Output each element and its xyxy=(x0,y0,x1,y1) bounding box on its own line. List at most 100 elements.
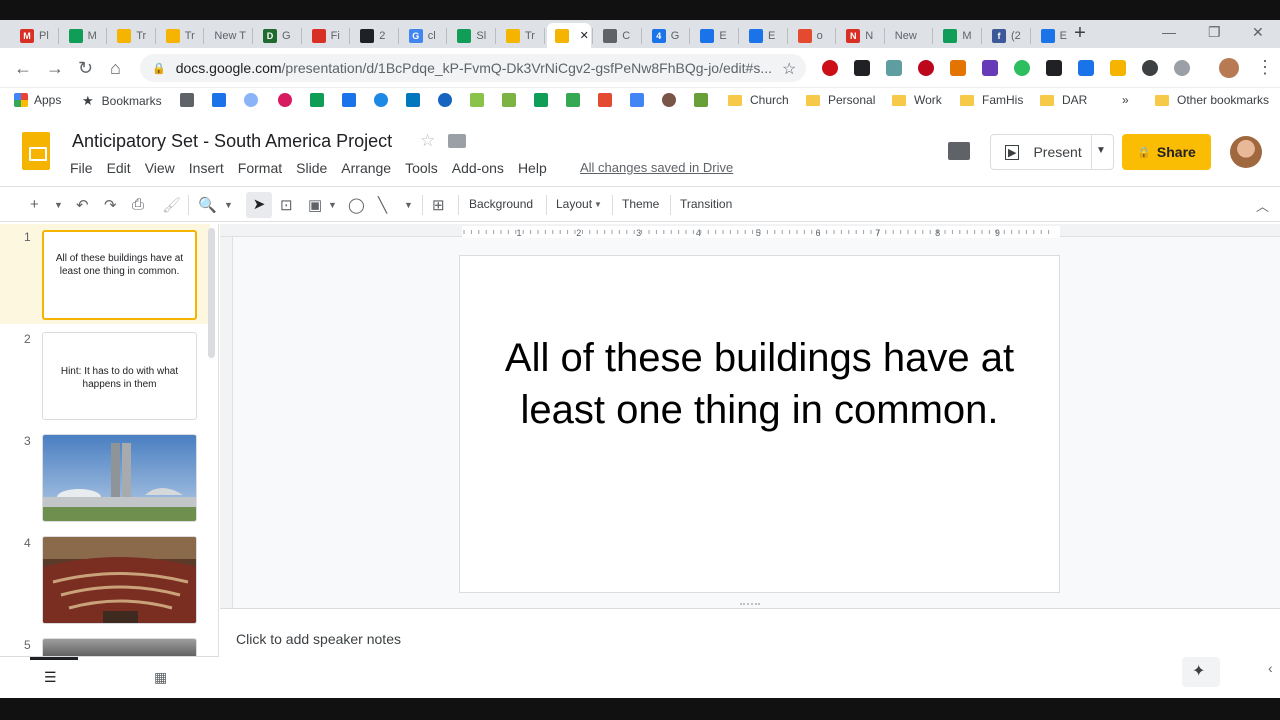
profile-avatar-icon[interactable] xyxy=(1219,58,1239,78)
forward-icon[interactable]: → xyxy=(46,58,64,79)
comment-history-icon[interactable] xyxy=(948,142,970,160)
menu-slide[interactable]: Slide xyxy=(296,160,327,176)
new-slide-dropdown-icon[interactable]: ▼ xyxy=(54,200,63,210)
bookmark-folder[interactable]: DAR xyxy=(1040,93,1087,107)
menu-format[interactable]: Format xyxy=(238,160,282,176)
close-tab-icon[interactable]: ✕ xyxy=(580,29,589,42)
theme-button[interactable]: Theme xyxy=(622,197,659,211)
select-cursor-icon[interactable]: ➤ xyxy=(246,192,272,218)
minimize-icon[interactable]: — xyxy=(1162,24,1176,40)
bookmark-icon-7[interactable] xyxy=(374,93,394,107)
browser-tab[interactable]: New T xyxy=(206,23,250,48)
bookmark-icon-2[interactable] xyxy=(212,93,232,107)
opera-extension-icon[interactable] xyxy=(822,60,838,76)
present-dropdown-icon[interactable]: ▼ xyxy=(1096,145,1106,156)
slide-title-text[interactable]: All of these buildings have at least one… xyxy=(480,332,1039,436)
bookmark-folder[interactable]: Personal xyxy=(806,93,875,107)
menu-tools[interactable]: Tools xyxy=(405,160,438,176)
browser-tab[interactable]: Fi xyxy=(304,23,348,48)
flame-extension-icon[interactable] xyxy=(1046,60,1062,76)
speaker-notes-placeholder[interactable]: Click to add speaker notes xyxy=(236,631,401,647)
slides-logo-icon[interactable] xyxy=(22,132,50,170)
more-bookmarks-chevron[interactable]: » xyxy=(1122,93,1129,107)
slide-thumbnail-5[interactable] xyxy=(42,638,197,656)
image-dropdown-icon[interactable]: ▼ xyxy=(328,200,337,210)
text-box-icon[interactable]: ⊡ xyxy=(280,196,293,214)
layers-extension-icon[interactable] xyxy=(854,60,870,76)
new-slide-icon[interactable]: + xyxy=(30,196,39,213)
browser-tab[interactable]: Tr xyxy=(158,23,202,48)
apps-bookmark[interactable]: Apps xyxy=(14,93,61,107)
bookmark-icon-13[interactable] xyxy=(566,93,586,107)
star-icon[interactable]: ☆ xyxy=(420,131,435,151)
back-icon[interactable]: ← xyxy=(14,58,32,79)
bookmark-icon-3[interactable] xyxy=(244,93,264,107)
bookmark-icon-5[interactable] xyxy=(310,93,330,107)
browser-tab[interactable]: E xyxy=(692,23,736,48)
close-window-icon[interactable]: ✕ xyxy=(1252,24,1264,41)
browser-tab[interactable]: Gcl xyxy=(401,23,445,48)
bookmark-folder[interactable]: FamHis xyxy=(960,93,1023,107)
browser-tab[interactable]: NN xyxy=(838,23,882,48)
bookmark-icon-17[interactable] xyxy=(694,93,714,107)
side-panel-toggle-icon[interactable]: ‹ xyxy=(1268,660,1273,676)
browser-tab[interactable]: Tr xyxy=(498,23,542,48)
browser-tab[interactable]: ✕ xyxy=(546,23,591,48)
collapse-toolbar-icon[interactable]: ︿ xyxy=(1256,196,1269,215)
browser-tab[interactable]: M xyxy=(935,23,979,48)
redo-icon[interactable]: ↷ xyxy=(104,196,117,214)
browser-tab[interactable]: New xyxy=(887,23,931,48)
image-icon[interactable]: ▣ xyxy=(308,196,322,214)
menu-insert[interactable]: Insert xyxy=(189,160,224,176)
current-slide[interactable]: All of these buildings have at least one… xyxy=(459,255,1060,593)
slides-extension-icon[interactable] xyxy=(1110,60,1126,76)
bookmark-icon-16[interactable] xyxy=(662,93,682,107)
filmstrip-scrollbar[interactable] xyxy=(208,228,215,358)
shape-icon[interactable]: ◯ xyxy=(348,196,365,214)
r-extension-icon[interactable] xyxy=(982,60,998,76)
menu-arrange[interactable]: Arrange xyxy=(341,160,391,176)
cloud-extension-icon[interactable] xyxy=(1142,60,1158,76)
slide-thumbnail-2[interactable]: Hint: It has to do with what happens in … xyxy=(42,332,197,420)
bookmark-icon-15[interactable] xyxy=(630,93,650,107)
bookmark-icon-11[interactable] xyxy=(502,93,522,107)
slide-thumbnail-4[interactable] xyxy=(42,536,197,624)
zoom-dropdown-icon[interactable]: ▼ xyxy=(224,200,233,210)
browser-tab[interactable]: E xyxy=(741,23,785,48)
bookmark-icon-10[interactable] xyxy=(470,93,490,107)
slide-thumbnail-3[interactable] xyxy=(42,434,197,522)
menu-edit[interactable]: Edit xyxy=(107,160,131,176)
paint-format-icon[interactable]: 🖌 xyxy=(162,196,181,214)
bookmark-icon-4[interactable] xyxy=(278,93,298,107)
explore-button[interactable]: ✦ xyxy=(1182,657,1220,687)
transition-button[interactable]: Transition xyxy=(680,197,732,211)
background-button[interactable]: Background xyxy=(469,197,533,211)
browser-tab[interactable]: o xyxy=(790,23,834,48)
layout-button[interactable]: Layout xyxy=(556,197,592,211)
browser-tab[interactable]: f (2 xyxy=(984,23,1028,48)
browser-tab[interactable]: M xyxy=(61,23,105,48)
zoom-icon[interactable]: 🔍 xyxy=(198,196,217,214)
slide-thumbnail-1[interactable]: All of these buildings have at least one… xyxy=(42,230,197,320)
move-to-folder-icon[interactable] xyxy=(448,134,466,148)
menu-file[interactable]: File xyxy=(70,160,93,176)
reload-icon[interactable]: ↻ xyxy=(78,58,93,79)
bookmark-icon-12[interactable] xyxy=(534,93,554,107)
line-icon[interactable]: ╲ xyxy=(378,196,387,214)
new-tab-button[interactable]: + xyxy=(1068,22,1092,46)
menu-view[interactable]: View xyxy=(145,160,175,176)
url-field[interactable]: 🔒 docs.google.com/presentation/d/1BcPdqe… xyxy=(140,54,806,82)
present-button[interactable]: ▶ Present ▼ xyxy=(990,134,1114,170)
pinterest-extension-icon[interactable] xyxy=(918,60,934,76)
restore-icon[interactable]: ❐ xyxy=(1208,24,1221,41)
office-extension-icon[interactable] xyxy=(950,60,966,76)
chrome-menu-icon[interactable]: ⋮ xyxy=(1256,57,1274,78)
print-icon[interactable]: ⎙ xyxy=(132,196,144,213)
share-extension-icon[interactable] xyxy=(1078,60,1094,76)
bookmark-icon-9[interactable] xyxy=(438,93,458,107)
clock-extension-icon[interactable] xyxy=(1174,60,1190,76)
bookmark-icon-1[interactable] xyxy=(180,93,200,107)
add-comment-icon[interactable]: ⊞ xyxy=(432,196,445,214)
bookmarks-bookmark[interactable]: ★ Bookmarks xyxy=(82,93,162,109)
bookmark-star-icon[interactable]: ☆ xyxy=(782,59,796,79)
